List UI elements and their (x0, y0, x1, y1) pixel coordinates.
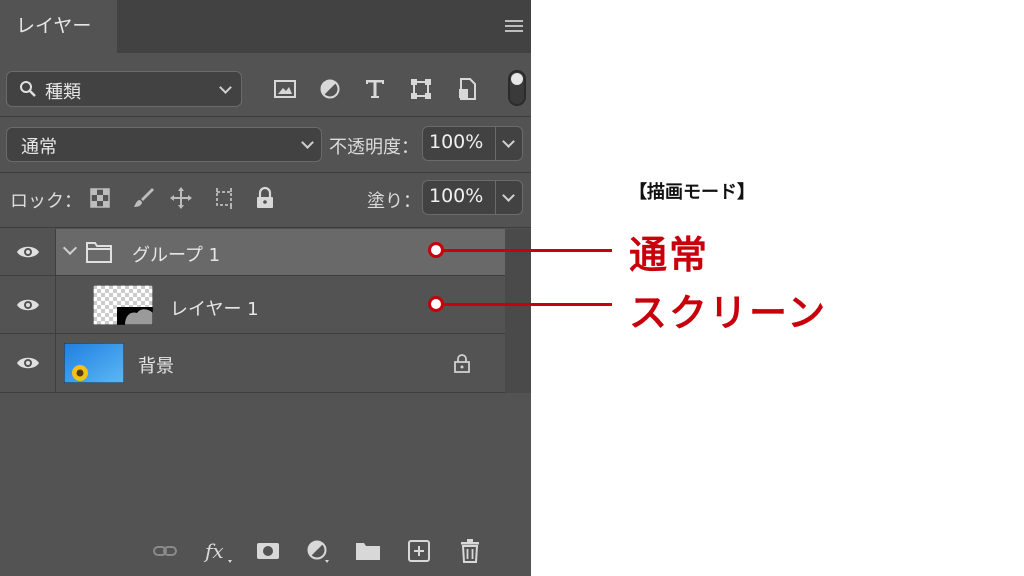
delete-layer-trash-icon[interactable] (457, 538, 483, 564)
folder-icon (86, 242, 112, 263)
panel-menu-icon[interactable] (505, 20, 523, 32)
lock-label: ロック： (10, 191, 82, 212)
opacity-label: 不透明度： (329, 137, 419, 158)
filter-pixel-layer-icon[interactable] (273, 77, 297, 101)
lock-all-icon[interactable] (253, 186, 277, 210)
chevron-down-icon (219, 81, 232, 94)
svg-text:fx: fx (203, 539, 224, 563)
annotation-label-group-mode: 通常 (629, 233, 710, 277)
layer-name: グループ 1 (132, 245, 221, 266)
layer-style-fx-icon[interactable]: fx (203, 538, 233, 564)
annotation-dot-group (428, 242, 444, 258)
lock-artboard-icon[interactable] (212, 186, 236, 210)
chevron-down-icon (502, 189, 515, 202)
opacity-input[interactable]: 100% (422, 126, 496, 161)
blend-mode-value: 通常 (21, 137, 57, 158)
lock-position-move-icon[interactable] (169, 186, 193, 210)
annotation-line-layer (444, 303, 612, 306)
chevron-down-icon[interactable] (62, 240, 78, 256)
lock-transparent-pixels-icon[interactable] (88, 186, 112, 210)
layer-name: 背景 (138, 356, 174, 377)
annotation-title: 【描画モード】 (629, 182, 755, 203)
filter-type-layer-icon[interactable] (363, 77, 387, 101)
search-icon (20, 81, 36, 97)
lock-image-pixels-brush-icon[interactable] (132, 186, 156, 210)
visibility-toggle[interactable] (0, 334, 56, 392)
filter-value: 種類 (45, 82, 81, 103)
visibility-toggle[interactable] (0, 276, 56, 333)
opacity-dropdown-button[interactable] (496, 126, 523, 161)
divider (0, 227, 531, 228)
link-layers-icon[interactable] (152, 538, 178, 564)
scrollbar-track[interactable] (505, 229, 531, 393)
tab-bar: レイヤー (0, 0, 531, 53)
blend-mode-select[interactable]: 通常 (6, 127, 322, 162)
visibility-toggle[interactable] (0, 229, 56, 275)
add-mask-icon[interactable] (255, 538, 281, 564)
layer-thumbnail (64, 343, 124, 383)
eye-icon (17, 357, 39, 369)
filter-shape-layer-icon[interactable] (409, 77, 433, 101)
layer-filter-select[interactable]: 種類 (6, 71, 242, 107)
eye-icon (17, 246, 39, 258)
chevron-down-icon (301, 136, 314, 149)
new-group-folder-icon[interactable] (355, 538, 381, 564)
fill-dropdown-button[interactable] (496, 180, 523, 215)
layer-name: レイヤー 1 (170, 299, 259, 320)
divider (0, 172, 531, 173)
filter-toggle-switch[interactable] (508, 70, 526, 106)
new-adjustment-layer-icon[interactable] (305, 538, 331, 564)
annotation-line-group (444, 249, 612, 252)
layer-lock-icon[interactable] (453, 353, 471, 373)
divider (0, 116, 531, 117)
layers-panel: レイヤー 種類 通常 不透明度： 100% ロック： 塗り： 100% グループ… (0, 0, 531, 576)
chevron-down-icon (502, 135, 515, 148)
filter-smart-object-icon[interactable] (455, 77, 479, 101)
layer-thumbnail (93, 285, 153, 325)
filter-adjustment-layer-icon[interactable] (318, 77, 342, 101)
eye-icon (17, 299, 39, 310)
fill-label: 塗り： (367, 191, 421, 212)
layer-row-background[interactable]: 背景 (0, 334, 505, 393)
annotation-label-layer-mode: スクリーン (629, 291, 828, 335)
tab-layers[interactable]: レイヤー (0, 0, 117, 53)
annotation-dot-layer (428, 296, 444, 312)
new-layer-icon[interactable] (406, 538, 432, 564)
fill-input[interactable]: 100% (422, 180, 496, 215)
